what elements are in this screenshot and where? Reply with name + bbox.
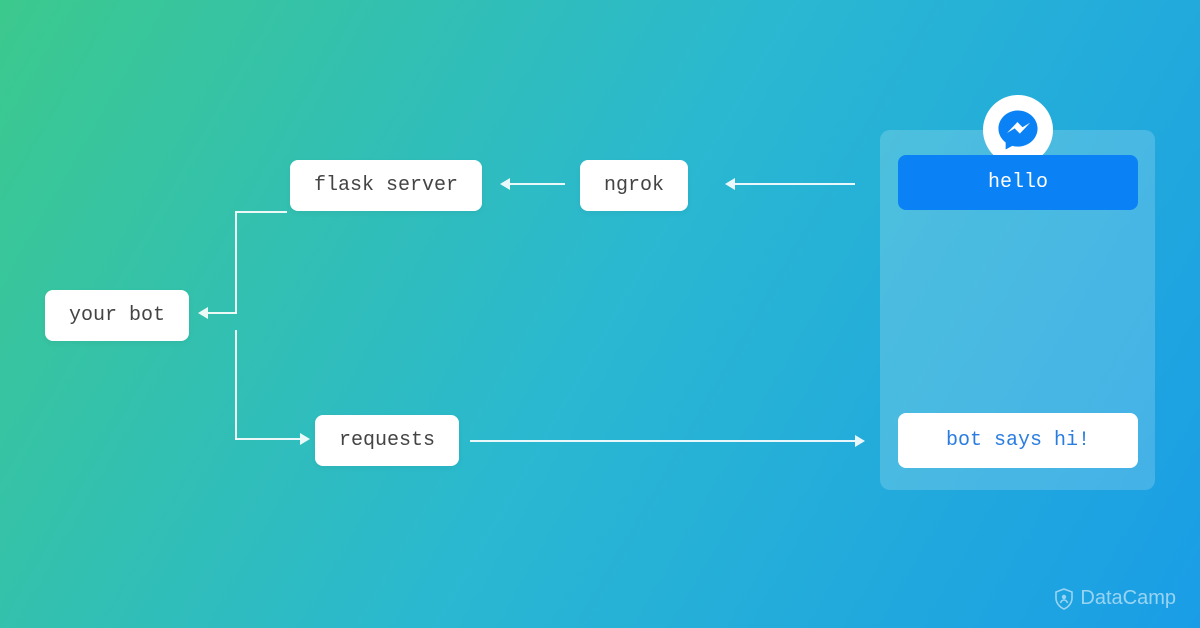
arrow-flask-stub [235,211,287,213]
node-your-bot: your bot [45,290,189,341]
brand-text: DataCamp [1080,587,1176,610]
arrow-ngrok-to-flask [510,183,565,185]
arrow-requests-to-chat [470,440,855,442]
arrow-head-icon [500,178,510,190]
arrow-chat-to-ngrok [735,183,855,185]
chat-incoming-bubble: hello [898,155,1138,210]
arrow-bot-to-requests-v [235,330,237,440]
arrow-head-icon [300,433,310,445]
arrow-flask-to-bot-v [235,213,237,313]
arrow-head-icon [198,307,208,319]
shield-icon [1054,588,1074,610]
arrow-stub-hidden [198,328,237,330]
chat-panel: hello bot says hi! [880,130,1155,490]
node-requests: requests [315,415,459,466]
node-flask-server: flask server [290,160,482,211]
brand-watermark: DataCamp [1054,587,1176,610]
node-label: ngrok [604,174,664,197]
arrow-head-icon [725,178,735,190]
chat-outgoing-text: bot says hi! [946,429,1090,452]
arrow-flask-to-bot-h [208,312,237,314]
arrow-bot-to-requests-h [235,438,300,440]
chat-incoming-text: hello [988,171,1048,194]
chat-outgoing-bubble: bot says hi! [898,413,1138,468]
node-label: requests [339,429,435,452]
node-ngrok: ngrok [580,160,688,211]
node-label: your bot [69,304,165,327]
node-label: flask server [314,174,458,197]
arrow-head-icon [855,435,865,447]
